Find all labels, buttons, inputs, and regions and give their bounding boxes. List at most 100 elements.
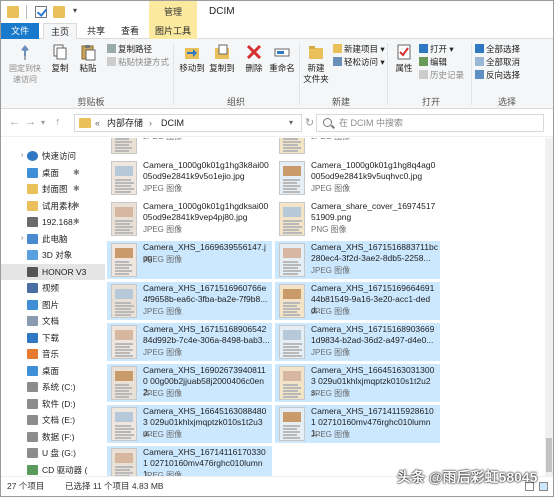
folder-icon	[7, 6, 19, 18]
tab-home[interactable]: 主页	[43, 23, 77, 40]
rename-button[interactable]: 重命名	[267, 43, 297, 74]
file-item[interactable]: ...JPEG 图像	[107, 138, 272, 156]
network-drive-icon	[27, 217, 38, 227]
vertical-scrollbar[interactable]	[545, 138, 553, 476]
sidebar-item[interactable]: HONOR V3	[1, 263, 105, 280]
address-dropdown-icon[interactable]: ▾	[289, 115, 293, 131]
recent-dropdown-icon[interactable]: ▾	[41, 118, 45, 127]
divider	[26, 5, 27, 19]
new-folder-button[interactable]: 新建 文件夹	[301, 43, 331, 85]
address-bar[interactable]: « 内部存储 › DCIM ▾	[74, 114, 302, 132]
new-item-button[interactable]: 新建项目 ▾	[333, 43, 385, 55]
forward-arrow-icon[interactable]: →	[25, 116, 36, 128]
tab-share[interactable]: 共享	[81, 23, 111, 39]
sidebar-item[interactable]: 文档	[1, 313, 105, 329]
file-item[interactable]: Camera_XHS_1671516960766e4f9658b-ea6c-3f…	[107, 282, 272, 320]
select-none-button[interactable]: 全部取消	[475, 56, 520, 68]
sidebar-item[interactable]: 192.168. ✱	[1, 214, 105, 230]
sidebar-item[interactable]: 图片	[1, 297, 105, 313]
up-arrow-icon[interactable]: ↑	[55, 116, 61, 128]
sidebar-item[interactable]: 数据 (F:)	[1, 429, 105, 445]
sidebar-item[interactable]: 视频	[1, 280, 105, 296]
history-button[interactable]: 历史记录	[419, 69, 464, 81]
large-icons-view-icon[interactable]	[539, 482, 548, 491]
breadcrumb-internal-storage[interactable]: 内部存储	[107, 115, 143, 131]
breadcrumb-overflow[interactable]: «	[95, 115, 100, 131]
file-item[interactable]: Camera_XHS_1671516966469144b81549-9a16-3…	[275, 282, 440, 320]
sidebar-item[interactable]: CD 驱动器 (	[1, 462, 105, 477]
sidebar-item[interactable]: 系统 (C:)	[1, 379, 105, 395]
usb-drive-icon	[27, 448, 38, 458]
tab-file[interactable]: 文件	[1, 23, 39, 39]
sidebar-item[interactable]: U 盘 (G:)	[1, 445, 105, 461]
sidebar-item[interactable]: 桌面	[1, 363, 105, 379]
sidebar-item[interactable]: 试用素材 ✱	[1, 198, 105, 214]
delete-icon	[246, 44, 262, 60]
divider	[471, 43, 472, 105]
sidebar-item[interactable]: 音乐	[1, 346, 105, 362]
easy-access-button[interactable]: 轻松访问 ▾	[333, 56, 385, 68]
open-button[interactable]: 打开 ▾	[419, 43, 454, 55]
edit-button[interactable]: 编辑	[419, 56, 447, 68]
file-item[interactable]: Camera_XHS_16715168906542 84d992b-7c4e-3…	[107, 323, 272, 361]
new-item-label: 新建项目 ▾	[344, 44, 385, 54]
file-type: JPEG 图像	[143, 348, 183, 357]
file-item[interactable]: Camera_XHS_166451630884803 029u01khlxjmq…	[107, 405, 272, 443]
sidebar-item[interactable]: 文档 (E:)	[1, 412, 105, 428]
context-tab-manage[interactable]: 管理	[149, 1, 197, 23]
expand-chevron-icon[interactable]: ›	[21, 148, 23, 164]
file-item[interactable]: Camera_XHS_1671516883711bc280ec4-3f2d-3a…	[275, 241, 440, 279]
breadcrumb-dcim[interactable]: DCIM	[161, 115, 184, 131]
quick-access-dropdown-icon[interactable]: ▾	[73, 6, 77, 15]
scrollbar-thumb[interactable]	[546, 438, 552, 472]
file-name: Camera_1000g0k01g1hg3k8ai0005od9e2841k9v…	[143, 160, 269, 181]
file-item[interactable]: ...JPEG 图像	[275, 138, 440, 156]
sidebar-item[interactable]: 桌面 ✱	[1, 165, 105, 181]
file-item[interactable]: Camera_1000g0k01g1hg8q4ag0005od9e2841k9v…	[275, 159, 440, 197]
back-arrow-icon[interactable]: ←	[9, 116, 20, 128]
expand-chevron-icon[interactable]: ›	[21, 231, 23, 247]
file-item[interactable]: Camera_share_cover_1697451751909.png PNG …	[275, 200, 440, 238]
sidebar-item-label: 文档 (E:)	[42, 415, 76, 425]
sidebar-item[interactable]: › 此电脑	[1, 231, 105, 247]
file-item[interactable]: Camera_XHS_16715168903669 1d9834-b2ad-36…	[275, 323, 440, 361]
sidebar-item[interactable]: 封面图 ✱	[1, 181, 105, 197]
video-icon	[27, 283, 38, 293]
sidebar-item[interactable]: 3D 对象	[1, 247, 105, 263]
file-item[interactable]: Camera_1000g0k01g1hgdksai0005od9e2841k9v…	[107, 200, 272, 238]
sidebar-item[interactable]: › 快速访问	[1, 148, 105, 164]
copy-button[interactable]: 复制	[45, 43, 75, 74]
file-item[interactable]: Camera_XHS_167141159286101 02710160mv476…	[275, 405, 440, 443]
new-folder-icon[interactable]	[53, 6, 65, 18]
sidebar-item-label: 视频	[42, 283, 60, 293]
search-input[interactable]: 在 DCIM 中搜索	[316, 114, 544, 132]
file-thumbnail	[111, 161, 137, 195]
file-type: JPEG 图像	[143, 138, 182, 142]
invert-selection-button[interactable]: 反向选择	[475, 69, 520, 81]
delete-button[interactable]: 删除	[239, 43, 269, 74]
paste-shortcut-button[interactable]: 粘贴快捷方式	[107, 56, 169, 68]
easy-access-label: 轻松访问 ▾	[344, 57, 385, 67]
properties-button[interactable]: 属性	[389, 43, 419, 74]
file-item[interactable]: Camera_XHS_167141161703301 02710160mv476…	[107, 446, 272, 476]
sidebar-item[interactable]: 软件 (D:)	[1, 396, 105, 412]
file-name: Camera_share_cover_1697451751909.png	[311, 201, 436, 222]
file-item[interactable]: Camera_1000g0k01g1hg3k8ai0005od9e2841k9v…	[107, 159, 272, 197]
refresh-icon[interactable]: ↻	[305, 116, 314, 129]
file-item[interactable]: Camera_XHS_166451630313003 029u01khlxjmq…	[275, 364, 440, 402]
paste-button[interactable]: 粘贴	[73, 43, 103, 74]
file-item[interactable]: Camera_XHS_1669639556147.jpg JPEG 图像	[107, 241, 272, 279]
copy-path-button[interactable]: 复制路径	[107, 43, 152, 55]
phone-icon	[27, 266, 38, 277]
properties-check-icon[interactable]	[35, 6, 47, 18]
select-all-button[interactable]: 全部选择	[475, 43, 520, 55]
pin-quick-access-button[interactable]: 固定到快 速访问	[7, 43, 43, 85]
file-item[interactable]: Camera_XHS_169026739408110 00g00b2jjuab5…	[107, 364, 272, 402]
sidebar-item[interactable]: 下载	[1, 330, 105, 346]
sidebar-item-label: U 盘 (G:)	[42, 448, 76, 458]
tab-view[interactable]: 查看	[115, 23, 145, 39]
tab-picture-tools[interactable]: 图片工具	[149, 23, 197, 39]
file-thumbnail	[279, 243, 305, 277]
move-to-button[interactable]: 移动到	[177, 43, 207, 74]
copy-to-button[interactable]: 复制到	[207, 43, 237, 74]
